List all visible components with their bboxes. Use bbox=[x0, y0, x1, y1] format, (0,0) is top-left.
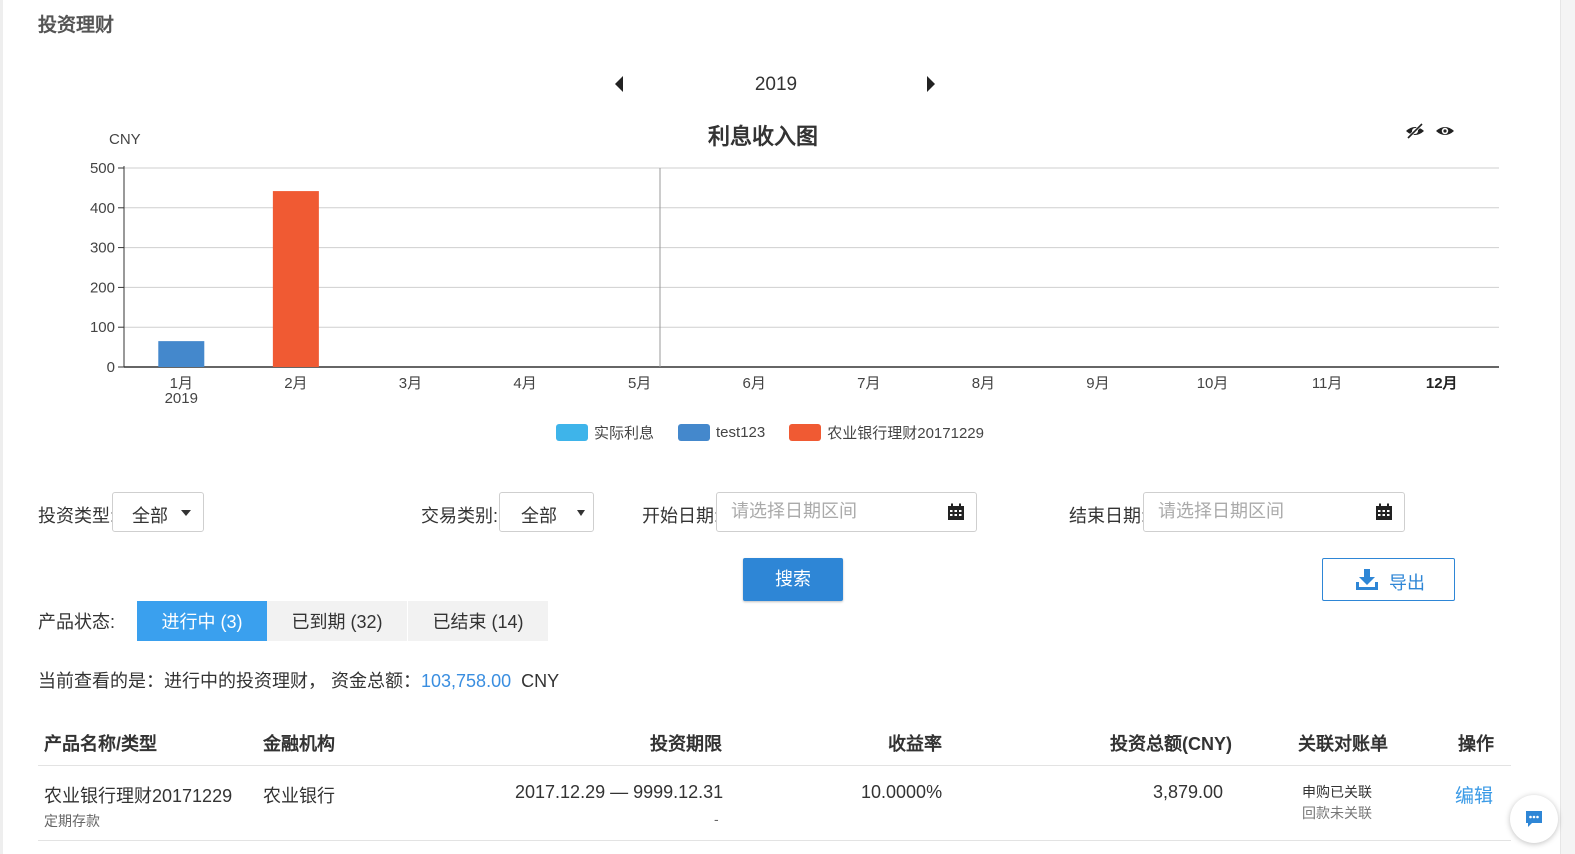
invest-amount: 3,879.00 bbox=[1153, 782, 1224, 802]
col-header-amount: 投资总额(CNY) bbox=[1110, 734, 1232, 754]
col-header-period: 投资期限 bbox=[650, 734, 722, 754]
x-tick-label: 9月 bbox=[1086, 375, 1109, 392]
invest-type-value: 全部 bbox=[132, 506, 168, 526]
end-date-label: 结束日期: bbox=[1069, 506, 1147, 526]
legend-item-test123[interactable]: test123 bbox=[678, 424, 765, 441]
summary-prefix: 当前查看的是：进行中的投资理财， 资金总额： bbox=[38, 671, 421, 691]
col-header-action: 操作 bbox=[1458, 734, 1494, 754]
chart-legend: 实际利息 test123 农业银行理财20171229 bbox=[556, 422, 1008, 443]
col-header-rate: 收益率 bbox=[888, 734, 942, 754]
x-tick-label: 6月 bbox=[743, 375, 766, 392]
row-divider bbox=[38, 840, 1511, 841]
tab-ended[interactable]: 已结束 (14) bbox=[408, 601, 548, 641]
x-tick-label: 4月 bbox=[513, 375, 536, 392]
y-tick-label: 200 bbox=[90, 279, 115, 296]
chevron-down-icon bbox=[181, 510, 191, 516]
summary-line: 当前查看的是：进行中的投资理财， 资金总额：103,758.00 CNY bbox=[38, 667, 559, 693]
trade-type-select[interactable]: 全部 bbox=[499, 492, 594, 532]
legend-item-actual-interest[interactable]: 实际利息 bbox=[556, 422, 654, 443]
product-status-label: 产品状态: bbox=[38, 612, 116, 632]
year-label: 2019 bbox=[754, 74, 798, 95]
invest-type-select[interactable]: 全部 bbox=[112, 492, 204, 532]
x-tick-label: 10月 bbox=[1197, 375, 1229, 392]
x-tick-label: 2月 bbox=[284, 375, 307, 392]
total-amount: 103,758.00 bbox=[421, 671, 512, 691]
start-date-label: 开始日期: bbox=[642, 506, 720, 526]
trade-type-value: 全部 bbox=[521, 506, 557, 526]
interest-income-chart: 01002003004005001月20192月 3月 4月 5月 6月 7月 8月 9月 10… bbox=[90, 160, 1499, 407]
y-tick-label: 300 bbox=[90, 240, 115, 257]
edit-link[interactable]: 编辑 bbox=[1455, 781, 1493, 808]
download-icon bbox=[1356, 569, 1378, 590]
tab-matured[interactable]: 已到期 (32) bbox=[267, 601, 407, 641]
x-tick-label: 3月 bbox=[399, 375, 422, 392]
x-tick-label: 8月 bbox=[972, 375, 995, 392]
chevron-down-icon bbox=[577, 510, 585, 516]
x-tick-sublabel: 2019 bbox=[165, 390, 198, 407]
invest-period: 2017.12.29 — 9999.12.31 bbox=[515, 782, 724, 802]
x-tick-label: 7月 bbox=[857, 375, 880, 392]
legend-label: test123 bbox=[716, 424, 766, 441]
legend-swatch bbox=[556, 424, 588, 441]
x-tick-label: 11月 bbox=[1312, 375, 1343, 392]
yield-rate: 10.0000% bbox=[861, 782, 943, 802]
bill-status-repayment: 回款未关联 bbox=[1302, 805, 1372, 821]
bar bbox=[272, 191, 319, 367]
col-header-institution: 金融机构 bbox=[263, 734, 335, 754]
chat-bubble-icon bbox=[1526, 811, 1542, 827]
invest-period-sub: - bbox=[714, 811, 719, 827]
invest-type-label: 投资类型: bbox=[38, 506, 116, 526]
legend-label: 实际利息 bbox=[594, 425, 655, 442]
end-date-field[interactable] bbox=[1143, 492, 1405, 532]
summary-currency: CNY bbox=[521, 671, 560, 691]
y-tick-label: 0 bbox=[107, 359, 115, 376]
calendar-icon bbox=[948, 503, 964, 520]
x-tick-label: 12月 bbox=[1426, 375, 1458, 392]
legend-item-abc-wealth[interactable]: 农业银行理财20171229 bbox=[789, 422, 984, 443]
y-tick-label: 500 bbox=[90, 160, 115, 177]
legend-swatch bbox=[678, 424, 711, 441]
institution: 农业银行 bbox=[263, 786, 335, 806]
caret-left-icon bbox=[615, 76, 623, 92]
export-label: 导出 bbox=[1389, 573, 1425, 593]
y-tick-label: 100 bbox=[90, 319, 115, 336]
col-header-bills: 关联对账单 bbox=[1298, 734, 1388, 754]
bar bbox=[158, 341, 205, 367]
export-button[interactable]: 导出 bbox=[1322, 558, 1455, 601]
tab-in-progress[interactable]: 进行中 (3) bbox=[137, 601, 267, 641]
trade-type-label: 交易类别: bbox=[421, 506, 499, 526]
legend-label: 农业银行理财20171229 bbox=[827, 425, 984, 442]
col-header-product: 产品名称/类型 bbox=[44, 734, 158, 754]
next-year-button[interactable] bbox=[920, 73, 942, 95]
product-name: 农业银行理财20171229 bbox=[44, 786, 233, 806]
legend-swatch bbox=[789, 424, 822, 441]
page-title: 投资理财 bbox=[38, 15, 115, 36]
start-date-field[interactable] bbox=[716, 492, 977, 532]
caret-right-icon bbox=[927, 76, 935, 92]
start-date-input[interactable] bbox=[731, 501, 931, 522]
header-divider bbox=[38, 765, 1511, 766]
bill-status-purchase: 申购已关联 bbox=[1302, 784, 1372, 800]
chat-button[interactable] bbox=[1510, 795, 1558, 843]
end-date-input[interactable] bbox=[1158, 501, 1358, 522]
search-button[interactable]: 搜索 bbox=[743, 558, 843, 601]
y-tick-label: 400 bbox=[90, 200, 115, 217]
prev-year-button[interactable] bbox=[609, 73, 631, 95]
calendar-icon bbox=[1376, 503, 1392, 520]
page-scrollbar[interactable] bbox=[1560, 0, 1575, 854]
product-type: 定期存款 bbox=[44, 813, 100, 829]
x-tick-label: 5月 bbox=[628, 375, 651, 392]
